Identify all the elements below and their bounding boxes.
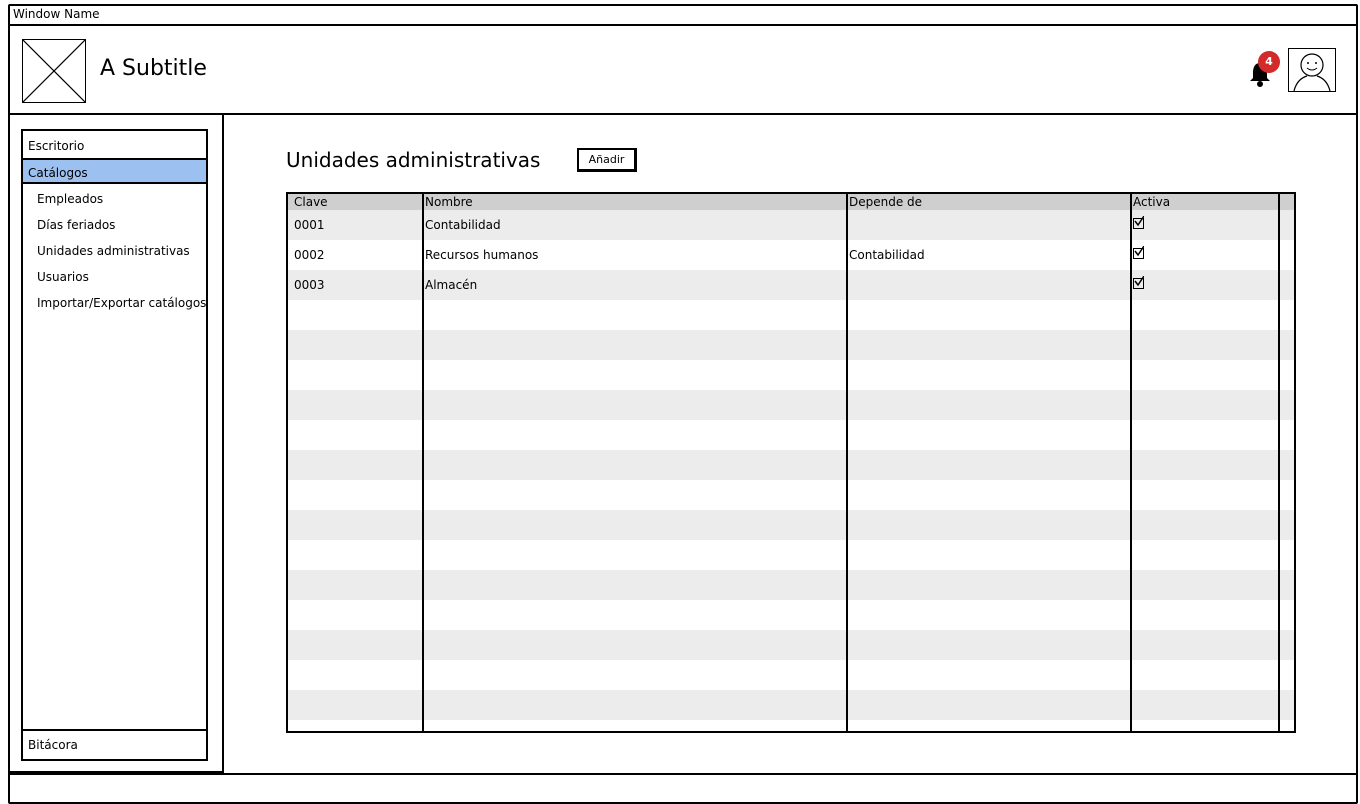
cell-nombre: Almacén	[425, 278, 478, 292]
app-header: A Subtitle 4	[10, 26, 1356, 115]
sidebar-subitem-empleados[interactable]: Empleados	[37, 186, 103, 212]
footer-divider	[10, 773, 1356, 775]
empty-row	[288, 390, 1294, 420]
page-title: Unidades administrativas	[286, 148, 541, 172]
active-checkbox[interactable]	[1133, 246, 1144, 259]
sidebar-item-catalogos[interactable]: Catálogos	[23, 158, 206, 184]
empty-row	[288, 300, 1294, 330]
user-avatar-icon[interactable]	[1288, 48, 1336, 92]
column-divider	[422, 194, 424, 731]
empty-row	[288, 420, 1294, 450]
table-row[interactable]: 0003 Almacén	[288, 270, 1294, 300]
empty-row	[288, 480, 1294, 510]
empty-row	[288, 540, 1294, 570]
empty-row	[288, 510, 1294, 540]
column-divider	[846, 194, 848, 731]
column-header-depende-de[interactable]: Depende de	[849, 194, 922, 210]
window-title: Window Name	[13, 7, 100, 21]
sidebar-subitem-importar-exportar[interactable]: Importar/Exportar catálogos	[37, 290, 206, 316]
sidebar-nav: Escritorio Catálogos Empleados Días feri…	[21, 129, 208, 761]
cell-clave: 0003	[294, 278, 325, 292]
cell-clave: 0001	[294, 218, 325, 232]
column-header-clave[interactable]: Clave	[294, 194, 328, 210]
active-checkbox[interactable]	[1133, 216, 1144, 229]
sidebar-subitem-unidades-administrativas[interactable]: Unidades administrativas	[37, 238, 190, 264]
cell-nombre: Contabilidad	[425, 218, 501, 232]
column-header-nombre[interactable]: Nombre	[425, 194, 473, 210]
title-bar: Window Name	[10, 6, 1356, 26]
table-header-row: Clave Nombre Depende de Activa	[288, 194, 1294, 210]
column-divider	[1130, 194, 1132, 731]
column-header-activa[interactable]: Activa	[1133, 194, 1170, 210]
sidebar-subitem-dias-feriados[interactable]: Días feriados	[37, 212, 115, 238]
notification-badge[interactable]: 4	[1258, 51, 1280, 73]
table-row[interactable]: 0002 Recursos humanos Contabilidad	[288, 240, 1294, 270]
empty-row	[288, 660, 1294, 690]
app-subtitle: A Subtitle	[100, 56, 207, 81]
scrollbar-track[interactable]	[1278, 194, 1280, 731]
cell-depende-de: Contabilidad	[849, 248, 925, 262]
add-button[interactable]: Añadir	[577, 148, 637, 172]
empty-row	[288, 630, 1294, 660]
table-row[interactable]: 0001 Contabilidad	[288, 210, 1294, 240]
empty-row	[288, 690, 1294, 720]
cell-clave: 0002	[294, 248, 325, 262]
empty-row	[288, 600, 1294, 630]
empty-row	[288, 570, 1294, 600]
sidebar-item-bitacora[interactable]: Bitácora	[23, 729, 206, 759]
cell-nombre: Recursos humanos	[425, 248, 539, 262]
logo-image-placeholder	[22, 39, 86, 103]
empty-row	[288, 450, 1294, 480]
sidebar-item-escritorio[interactable]: Escritorio	[23, 133, 206, 159]
empty-row	[288, 330, 1294, 360]
sidebar-subitem-usuarios[interactable]: Usuarios	[37, 264, 89, 290]
active-checkbox[interactable]	[1133, 276, 1144, 289]
data-table: Clave Nombre Depende de Activa 0001 Cont…	[286, 192, 1296, 733]
empty-row	[288, 360, 1294, 390]
